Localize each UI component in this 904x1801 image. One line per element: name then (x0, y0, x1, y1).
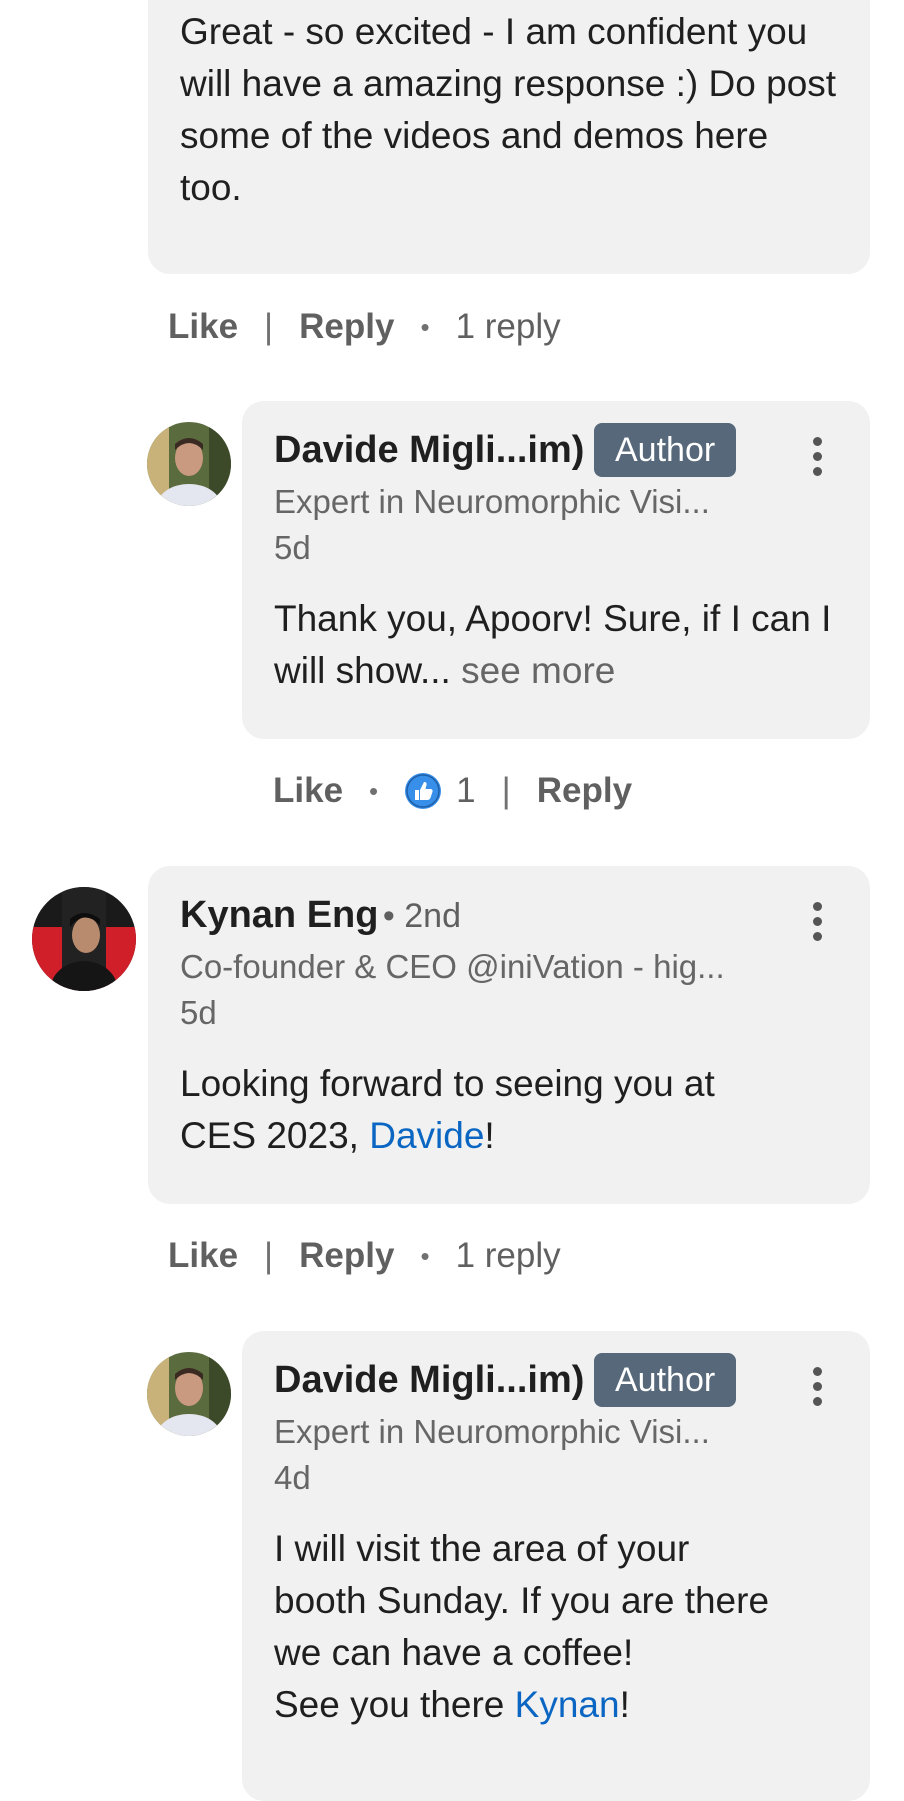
mention-link[interactable]: Davide (369, 1115, 484, 1156)
reply-actions: Like • 1 | Reply (273, 771, 632, 811)
separator-dot: • (420, 311, 430, 342)
comment-body-suffix: ! (484, 1115, 495, 1156)
comment-timestamp: 4d (274, 1459, 311, 1496)
like-reaction-icon[interactable] (404, 772, 442, 810)
author-badge: Author (594, 1353, 737, 1407)
reply-button[interactable]: Reply (299, 1236, 394, 1276)
comment-body-suffix: ! (619, 1684, 630, 1725)
separator-dot: • (369, 775, 379, 806)
commenter-name-row: Kynan Eng • 2nd (180, 894, 461, 937)
avatar[interactable] (147, 422, 231, 506)
more-options-icon[interactable] (811, 437, 823, 482)
comment-line: I will visit the area of your (274, 1528, 690, 1569)
reply-button[interactable]: Reply (537, 771, 632, 811)
commenter-name[interactable]: Davide Migli...im) (274, 429, 584, 472)
more-options-icon[interactable] (811, 1367, 823, 1412)
comment-text: Thank you, Apoorv! Sure, if I can I will… (274, 593, 834, 697)
comment-bubble: Kynan Eng • 2nd Co-founder & CEO @iniVat… (148, 866, 870, 1204)
separator-pipe: | (501, 771, 511, 810)
comment-actions: Like | Reply • 1 reply (168, 1236, 561, 1276)
reaction-count[interactable]: 1 (456, 771, 475, 811)
reply-button[interactable]: Reply (299, 307, 394, 347)
replies-count-link[interactable]: 1 reply (456, 1236, 561, 1276)
comment-actions: Like | Reply • 1 reply (168, 307, 561, 347)
mention-link[interactable]: Kynan (515, 1684, 620, 1725)
separator-pipe: | (264, 1236, 274, 1275)
comment-timestamp: 5d (180, 994, 217, 1031)
comment-text: I will visit the area of your booth Sund… (274, 1523, 854, 1731)
commenter-headline: Expert in Neuromorphic Visi... (274, 483, 710, 520)
like-button[interactable]: Like (168, 307, 238, 347)
replies-count-link[interactable]: 1 reply (456, 307, 561, 347)
avatar-photo (32, 887, 136, 991)
separator-dot: • (420, 1240, 430, 1271)
avatar-photo (147, 422, 231, 506)
commenter-name[interactable]: Kynan Eng (180, 894, 378, 936)
avatar[interactable] (147, 1352, 231, 1436)
comment-body: See you there (274, 1684, 505, 1725)
commenter-headline: Expert in Neuromorphic Visi... (274, 1413, 710, 1450)
comment-line: booth Sunday. If you are there (274, 1580, 770, 1621)
avatar[interactable] (32, 887, 136, 991)
connection-degree: • 2nd (382, 897, 461, 935)
reply-bubble: Davide Migli...im) Author Expert in Neur… (242, 401, 870, 739)
comment-line: we can have a coffee! (274, 1632, 634, 1673)
comment-timestamp: 5d (274, 529, 311, 566)
author-badge: Author (594, 423, 737, 477)
reply-bubble: Davide Migli...im) Author Expert in Neur… (242, 1331, 870, 1801)
like-button[interactable]: Like (168, 1236, 238, 1276)
comment-text: Great - so excited - I am confident you … (180, 11, 837, 208)
comment-text: Looking forward to seeing you at CES 202… (180, 1058, 800, 1162)
comment-bubble-top: Great - so excited - I am confident you … (148, 0, 870, 274)
more-options-icon[interactable] (811, 902, 823, 947)
avatar-photo (147, 1352, 231, 1436)
commenter-name[interactable]: Davide Migli...im) (274, 1359, 584, 1402)
commenter-headline: Co-founder & CEO @iniVation - hig... (180, 948, 725, 985)
see-more-link[interactable]: see more (461, 650, 615, 691)
like-button[interactable]: Like (273, 771, 343, 811)
comment-line: See you there Kynan! (274, 1679, 854, 1731)
separator-pipe: | (264, 307, 274, 346)
